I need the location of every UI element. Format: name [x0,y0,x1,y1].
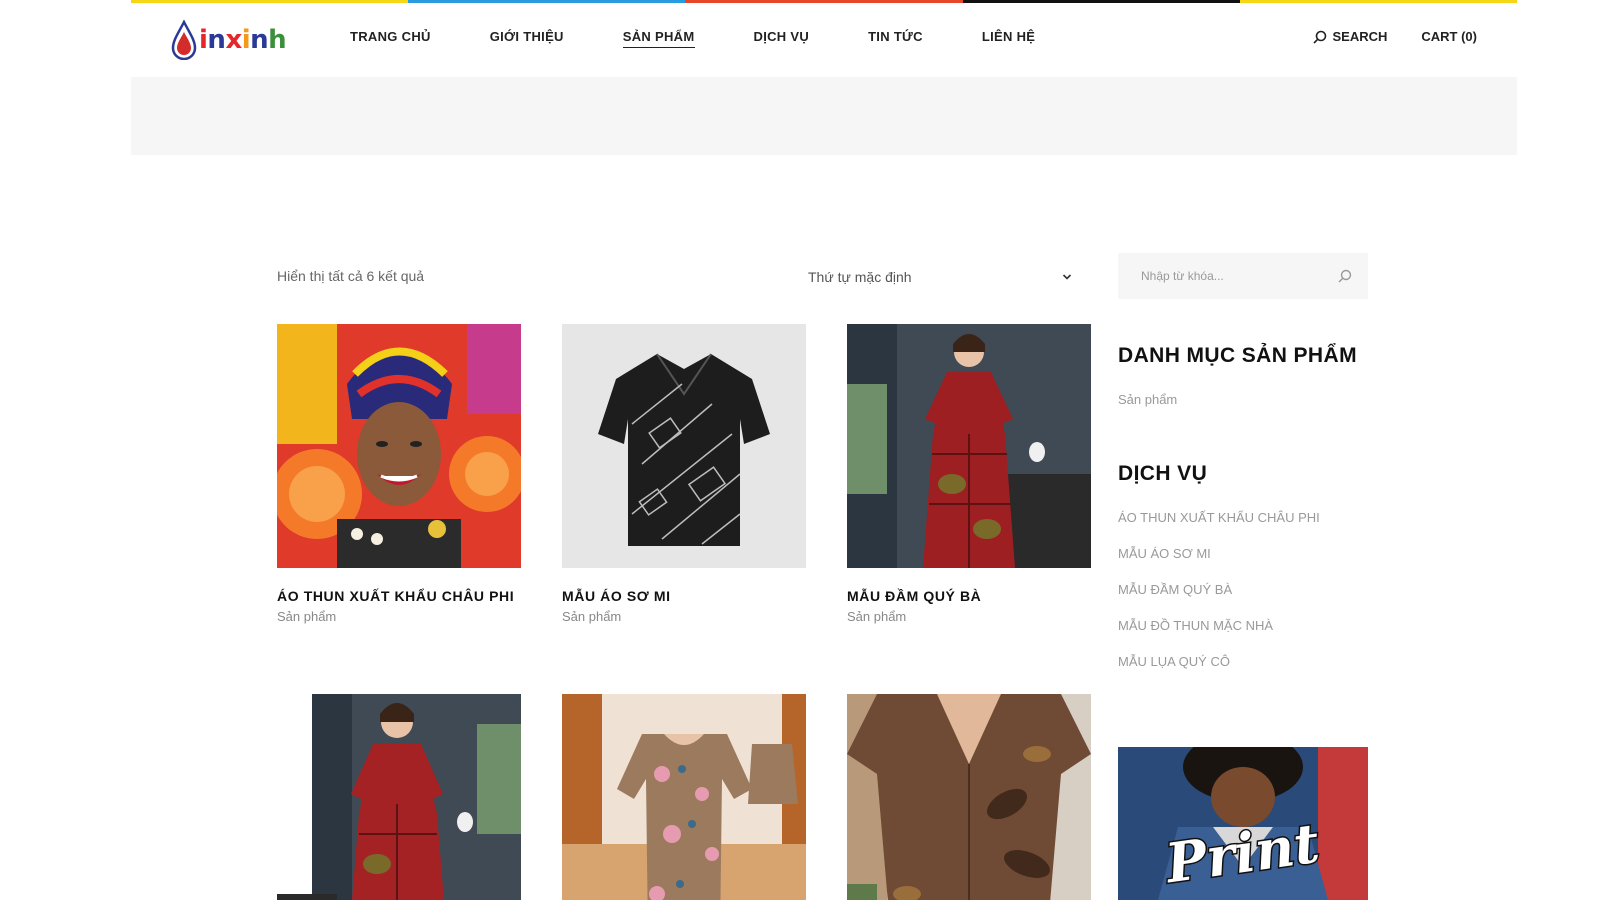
product-card[interactable]: MẪU ĐẦM QUÝ BÀ Sản phẩm [847,324,1091,624]
cart-button[interactable]: CART (0) [1421,29,1477,44]
service-link[interactable]: MẪU LỤA QUÝ CÔ [1118,654,1368,669]
nav-item-products[interactable]: SẢN PHẨM [622,29,695,48]
product-image-red-dress[interactable] [847,324,1091,568]
service-link[interactable]: MẪU ÁO SƠ MI [1118,546,1368,561]
categories-widget-title: DANH MỤC SẢN PHẨM [1118,344,1357,367]
search-icon [1313,30,1327,44]
category-link[interactable]: Sản phẩm [1118,392,1368,407]
product-category[interactable]: Sản phẩm [277,609,521,624]
site-logo[interactable]: inxinh [171,17,296,63]
logo-text: inxinh [199,25,287,55]
services-widget-title: DỊCH VỤ [1118,462,1208,485]
product-image-african-portrait[interactable] [277,324,521,568]
main-nav: TRANG CHỦ GIỚI THIỆU SẢN PHẨM DỊCH VỤ TI… [350,29,1094,48]
sort-selected-value: Thứ tự mặc định [808,269,912,285]
promo-banner-print[interactable]: Print [1118,747,1368,900]
header-search-button[interactable]: SEARCH [1313,29,1387,44]
nav-item-services[interactable]: DỊCH VỤ [754,29,810,48]
product-card[interactable] [847,694,1091,900]
product-image-floral-homewear[interactable] [562,694,806,900]
chevron-down-icon [1062,274,1072,280]
shop-sidebar: DANH MỤC SẢN PHẨM Sản phẩm DỊCH VỤ ÁO TH… [1118,253,1368,669]
site-header: inxinh TRANG CHỦ GIỚI THIỆU SẢN PHẨM DỊC… [131,3,1517,77]
search-icon[interactable] [1338,269,1352,283]
ink-drop-icon [171,20,197,60]
product-card[interactable] [562,694,806,900]
page-title-banner [131,77,1517,155]
service-link[interactable]: MẪU ĐẦM QUÝ BÀ [1118,582,1368,597]
header-actions: SEARCH CART (0) [1313,29,1477,44]
product-card[interactable]: ÁO THUN XUẤT KHẨU CHÂU PHI Sản phẩm [277,324,521,624]
keyword-search-input[interactable] [1141,269,1321,283]
product-image-red-dress-model[interactable] [277,694,521,900]
nav-item-about[interactable]: GIỚI THIỆU [490,29,564,48]
result-count: Hiển thị tất cả 6 kết quả [277,268,425,284]
product-title[interactable]: ÁO THUN XUẤT KHẨU CHÂU PHI [277,588,521,605]
search-label: SEARCH [1332,29,1388,44]
nav-item-contact[interactable]: LIÊN HỆ [982,29,1035,48]
product-category[interactable]: Sản phẩm [562,609,806,624]
service-link[interactable]: ÁO THUN XUẤT KHẨU CHÂU PHI [1118,510,1368,525]
service-link[interactable]: MẪU ĐỒ THUN MẶC NHÀ [1118,618,1368,633]
nav-item-news[interactable]: TIN TỨC [868,29,923,48]
nav-item-home[interactable]: TRANG CHỦ [350,29,431,48]
product-card[interactable]: MẪU ÁO SƠ MI Sản phẩm [562,324,806,624]
product-category[interactable]: Sản phẩm [847,609,1091,624]
sort-select[interactable]: Thứ tự mặc định [808,262,1072,292]
product-image-black-shirt[interactable] [562,324,806,568]
sidebar-search [1118,253,1368,299]
product-title[interactable]: MẪU ĐẦM QUÝ BÀ [847,588,1091,605]
product-image-brown-dress[interactable] [847,694,1091,900]
product-card[interactable] [277,694,521,900]
product-title[interactable]: MẪU ÁO SƠ MI [562,588,806,605]
